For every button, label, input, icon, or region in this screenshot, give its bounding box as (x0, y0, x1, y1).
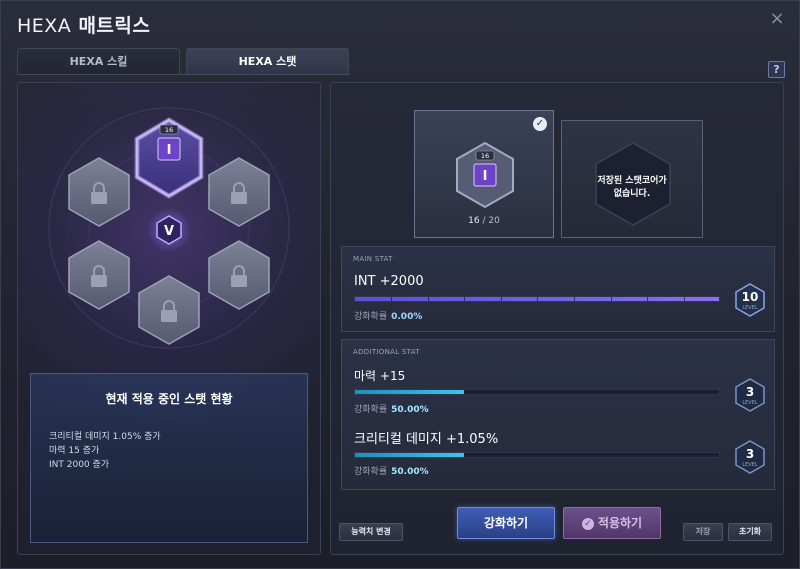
additional-stat-level-badge: 3 LEVEL (734, 440, 766, 474)
empty-core-message: 저장된 스탯코어가 없습니다. (597, 176, 667, 199)
tab-hexa-skill[interactable]: HEXA 스킬 (17, 48, 180, 74)
svg-text:I: I (483, 169, 488, 184)
summary-title: 현재 적용 중인 스탯 현황 (105, 392, 233, 406)
stat-detail-panel: ✓ I 16 16 / 20 저장된 스탯코어가 없습니다. MAIN STAT… (330, 82, 784, 555)
main-stat-level-badge: 10 LEVEL (734, 283, 766, 317)
additional-stat-progress-fill (355, 390, 465, 394)
tab-divider (17, 74, 350, 75)
close-icon[interactable]: × (769, 10, 785, 28)
additional-stat-level-badge: 3 LEVEL (734, 378, 766, 412)
svg-text:V: V (164, 224, 174, 239)
title-main: 매트릭스 (78, 15, 151, 37)
hex-slot-locked[interactable] (68, 240, 130, 310)
hex-slot-locked[interactable] (68, 157, 130, 227)
window-title: HEXA 매트릭스 (17, 11, 150, 38)
svg-text:I: I (167, 143, 172, 158)
hex-slot-active[interactable]: I 16 (134, 117, 204, 199)
hex-slot-locked[interactable] (208, 240, 270, 310)
summary-line: INT 2000 증가 (49, 460, 110, 470)
reset-button[interactable]: 초기화 (728, 523, 772, 541)
help-button[interactable]: ? (768, 61, 785, 78)
center-emblem-icon: V (147, 208, 191, 252)
check-icon: ✓ (581, 517, 594, 530)
additional-stat-progress (354, 389, 720, 395)
hex-slot-locked[interactable] (138, 275, 200, 345)
main-stat-name: INT +2000 (354, 274, 424, 289)
applied-stat-summary: 현재 적용 중인 스탯 현황 크리티컬 데미지 1.05% 증가 마력 15 증… (30, 373, 308, 543)
upgrade-button[interactable]: 강화하기 (457, 507, 555, 539)
equipped-core-slot[interactable]: ✓ I 16 16 / 20 (414, 110, 554, 238)
additional-stat-progress (354, 452, 720, 458)
tab-hexa-stat[interactable]: HEXA 스탯 (186, 48, 349, 74)
title-prefix: HEXA (17, 15, 72, 37)
summary-line: 마력 15 증가 (49, 446, 100, 456)
equipped-core-hex: I 16 (456, 141, 514, 209)
additional-stat-name: 마력 +15 (354, 369, 406, 383)
hexa-matrix-window: HEXA 매트릭스 × ? HEXA 스킬 HEXA 스탯 I 16 V 현재 … (0, 0, 800, 569)
change-ability-button[interactable]: 능력치 변경 (339, 523, 403, 541)
additional-stat-progress-fill (355, 453, 465, 457)
additional-stat-name: 크리티컬 데미지 +1.05% (354, 432, 499, 447)
active-core-level: 16 (165, 126, 173, 134)
main-stat-progress (354, 296, 720, 302)
saved-core-slot[interactable]: 저장된 스탯코어가 없습니다. (561, 120, 703, 238)
main-stat-rate: 강화확률 0.00% (354, 312, 423, 322)
additional-stat-box: ADDITIONAL STAT 마력 +15 강화확률 50.00% 3 LEVE… (341, 339, 775, 490)
main-stat-box: MAIN STAT INT +2000 강화확률 0.00% 10 LEVEL (341, 246, 775, 332)
summary-line: 크리티컬 데미지 1.05% 증가 (49, 432, 161, 442)
main-stat-caption: MAIN STAT (353, 255, 393, 263)
hex-grid: I 16 V (48, 107, 290, 349)
svg-text:16: 16 (481, 152, 489, 160)
hex-slot-locked[interactable] (208, 157, 270, 227)
save-button[interactable]: 저장 (683, 523, 723, 541)
additional-stat-rate: 강화확률 50.00% (354, 467, 429, 477)
additional-stat-rate: 강화확률 50.00% (354, 405, 429, 415)
core-count: 16 / 20 (468, 216, 500, 226)
additional-stat-caption: ADDITIONAL STAT (353, 348, 420, 356)
hex-grid-panel: I 16 V 현재 적용 중인 스탯 현황 크리티컬 데미지 1.05% 증가 … (17, 82, 321, 555)
apply-button[interactable]: ✓ 적용하기 (563, 507, 661, 539)
